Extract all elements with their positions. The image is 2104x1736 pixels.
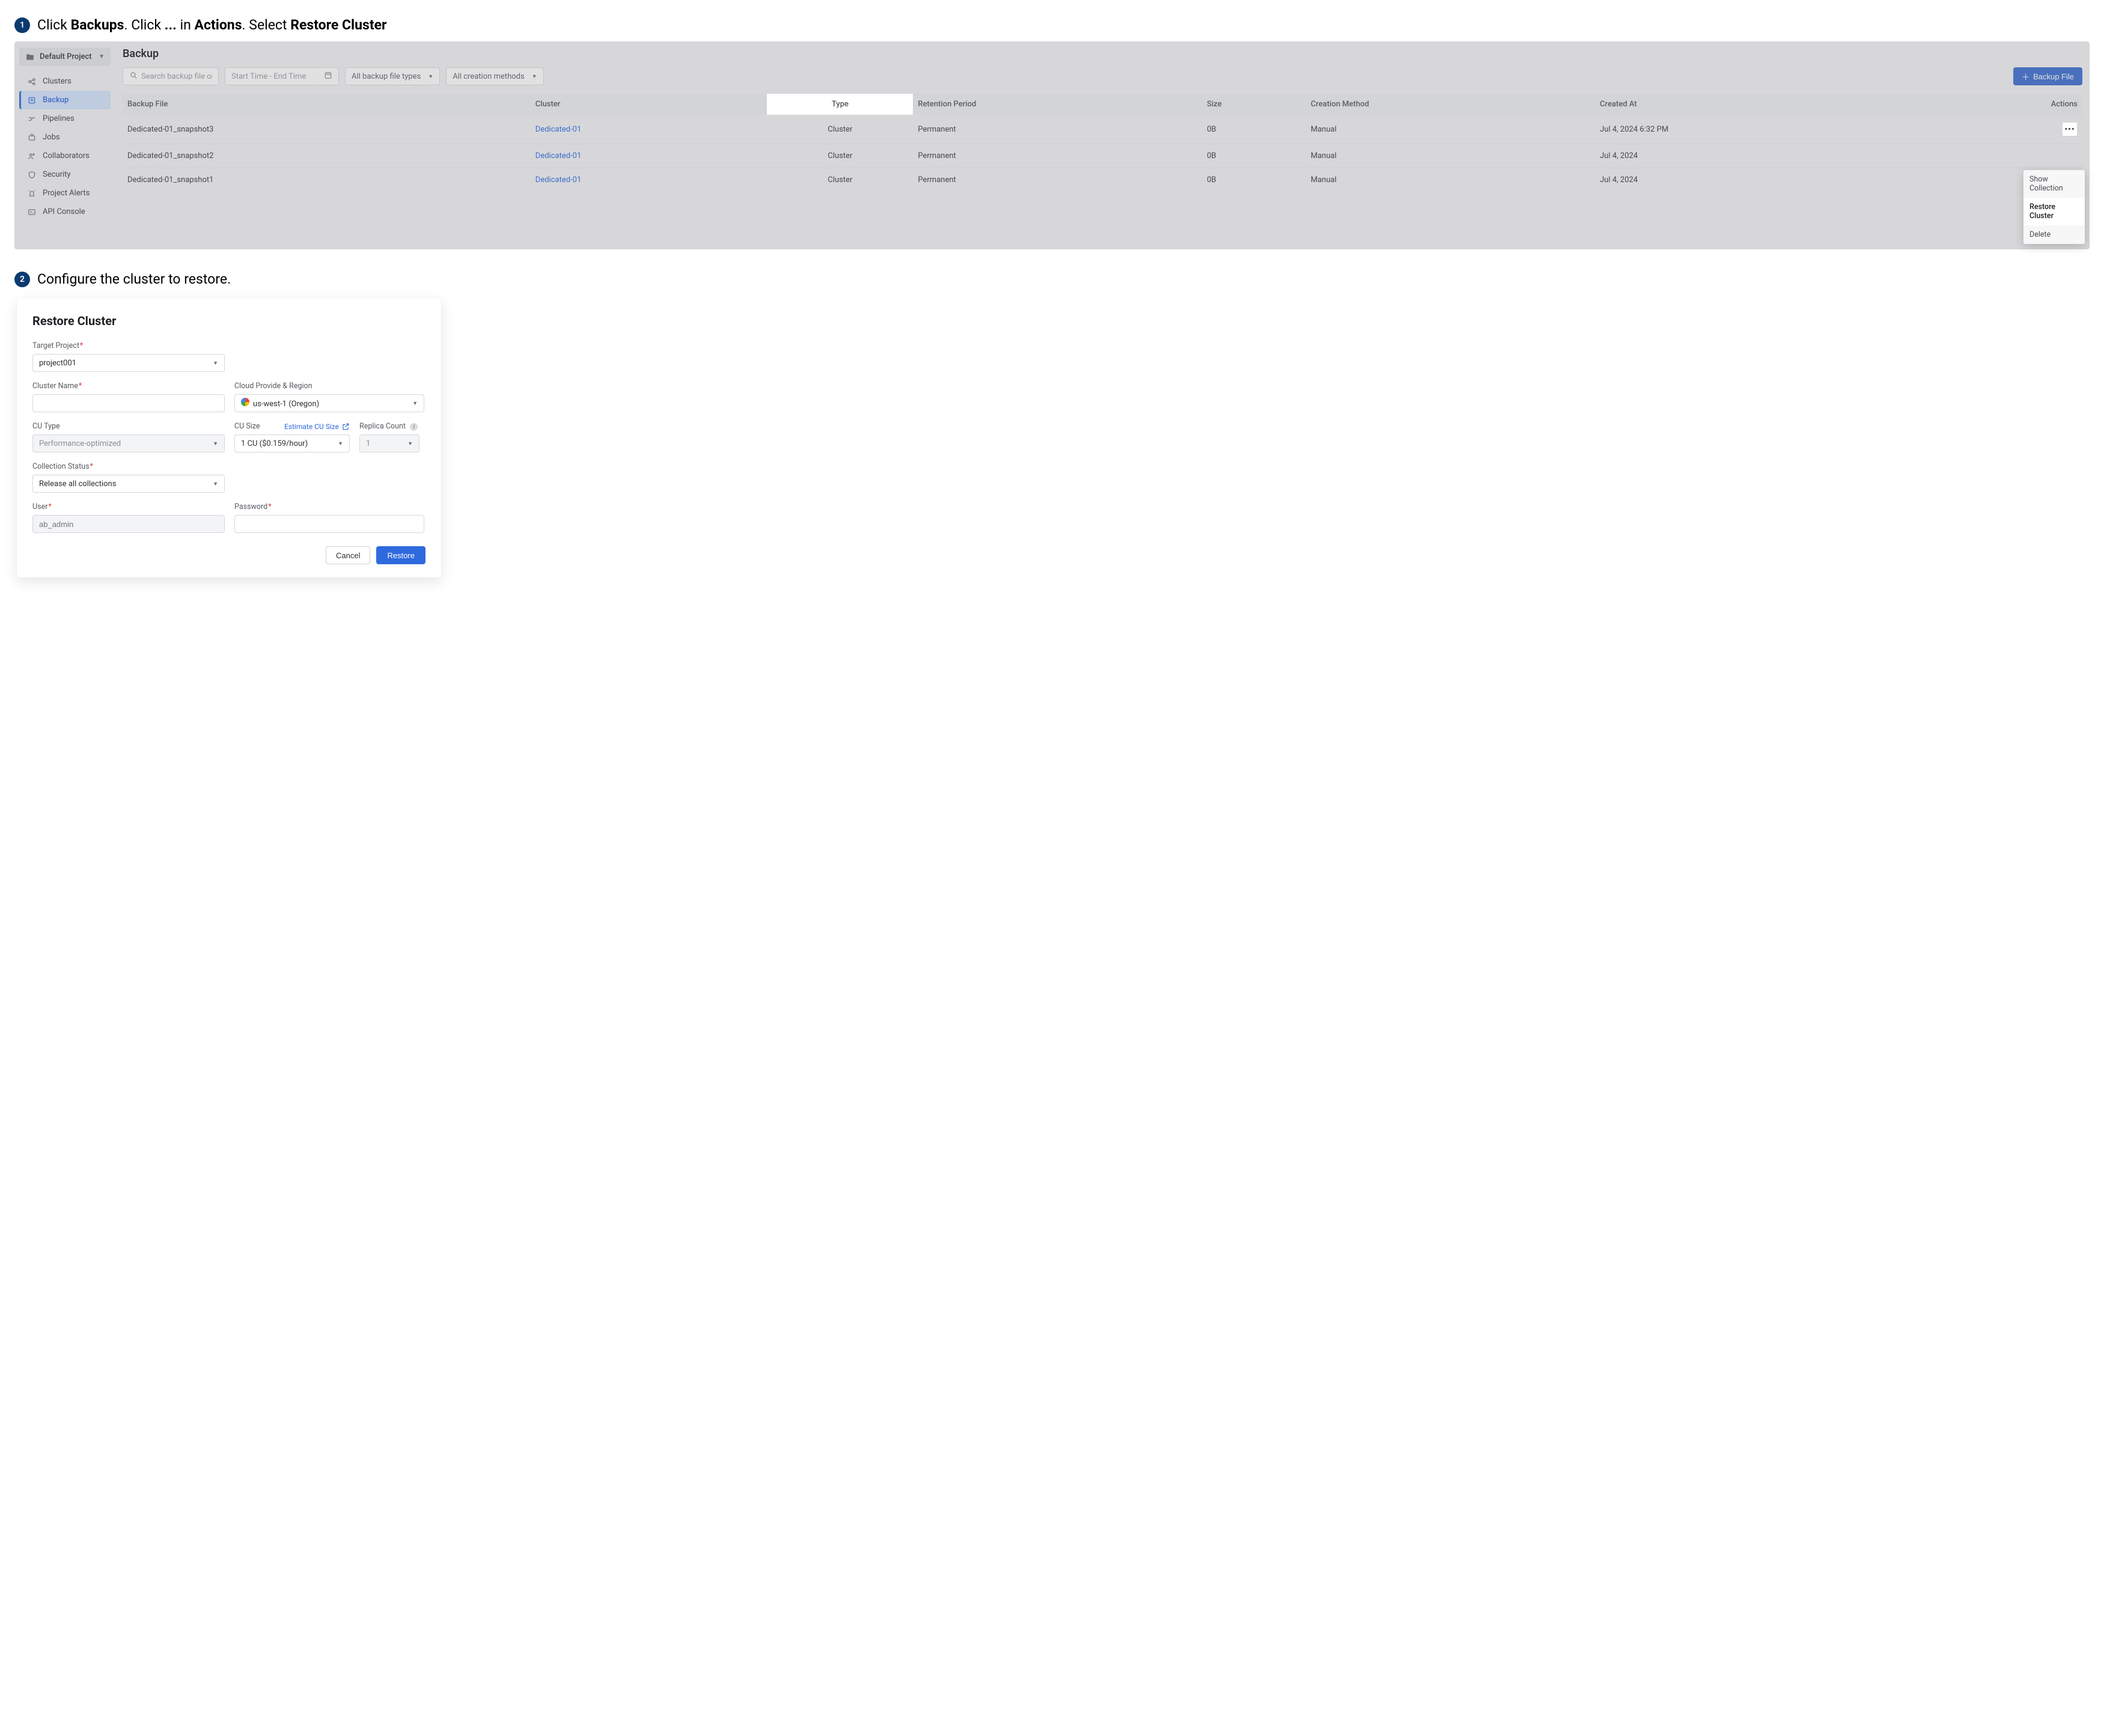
- label-cu-type: CU Type: [32, 422, 225, 431]
- menu-restore-cluster[interactable]: Restore Cluster: [2023, 198, 2085, 225]
- col-cluster[interactable]: Cluster: [531, 94, 767, 115]
- sidebar-item-collaborators[interactable]: Collaborators: [19, 147, 111, 165]
- chevron-down-icon: ▼: [99, 53, 105, 60]
- backup-main: Backup Search backup file or cluster Sta…: [115, 41, 2090, 249]
- sidebar-item-pipelines[interactable]: Pipelines: [19, 109, 111, 128]
- label-password: Password*: [234, 502, 424, 511]
- col-size[interactable]: Size: [1202, 94, 1306, 115]
- page-title: Backup: [123, 47, 2082, 60]
- pipelines-icon: [27, 115, 37, 123]
- backup-table: Backup File Cluster Type Retention Perio…: [123, 94, 2082, 192]
- external-link-icon: [341, 422, 350, 431]
- filter-creation-methods[interactable]: All creation methods▼: [446, 67, 543, 85]
- step-1-heading: 1 Click Backups. Click ... in Actions. S…: [14, 17, 2090, 33]
- jobs-icon: [27, 133, 37, 142]
- restore-button[interactable]: Restore: [376, 546, 425, 564]
- col-retention[interactable]: Retention Period: [913, 94, 1202, 115]
- cu-type-select: Performance-optimized ▼: [32, 434, 225, 452]
- label-collection-status: Collection Status*: [32, 462, 425, 471]
- sidebar-item-backup[interactable]: Backup: [19, 91, 111, 109]
- shield-icon: [27, 171, 37, 179]
- chevron-down-icon: ▼: [213, 440, 218, 447]
- table-row: Dedicated-01_snapshot2 Dedicated-01 Clus…: [123, 144, 2082, 168]
- project-selector[interactable]: Default Project ▼: [19, 47, 111, 66]
- collaborators-icon: [27, 152, 37, 160]
- row-actions-menu: Show Collection Restore Cluster Delete: [2023, 170, 2085, 244]
- collection-status-select[interactable]: Release all collections ▼: [32, 475, 225, 493]
- sidebar: Default Project ▼ Clusters Backup Pipeli…: [14, 41, 115, 249]
- password-input[interactable]: [234, 515, 424, 533]
- label-user: User*: [32, 502, 225, 511]
- table-row: Dedicated-01_snapshot3 Dedicated-01 Clus…: [123, 115, 2082, 144]
- gcp-icon: [241, 398, 249, 406]
- cluster-link[interactable]: Dedicated-01: [535, 125, 581, 134]
- more-icon: •••: [2064, 125, 2075, 134]
- restore-cluster-dialog: Restore Cluster Target Project* project0…: [17, 298, 441, 577]
- alerts-icon: [27, 189, 37, 198]
- sidebar-item-security[interactable]: Security: [19, 165, 111, 184]
- plus-icon: ＋: [2022, 71, 2029, 82]
- sidebar-item-clusters[interactable]: Clusters: [19, 72, 111, 91]
- estimate-cu-size-link[interactable]: Estimate CU Size: [284, 422, 350, 431]
- cancel-button[interactable]: Cancel: [326, 546, 370, 564]
- menu-show-collection[interactable]: Show Collection: [2023, 170, 2085, 198]
- table-row: Dedicated-01_snapshot1 Dedicated-01 Clus…: [123, 168, 2082, 192]
- chevron-down-icon: ▼: [213, 360, 218, 367]
- col-method[interactable]: Creation Method: [1306, 94, 1595, 115]
- folder-icon: [25, 53, 35, 61]
- target-project-select[interactable]: project001 ▼: [32, 354, 225, 372]
- add-backup-file-button[interactable]: ＋ Backup File: [2013, 67, 2082, 85]
- search-placeholder: Search backup file or cluster: [141, 72, 212, 81]
- backup-icon: [27, 96, 37, 105]
- col-type[interactable]: Type: [767, 94, 913, 115]
- cluster-link[interactable]: Dedicated-01: [535, 151, 581, 160]
- chevron-down-icon: ▼: [407, 440, 413, 447]
- label-cu-size: CU Size: [234, 422, 260, 431]
- sidebar-item-api-console[interactable]: API Console: [19, 203, 111, 221]
- time-range-input[interactable]: Start Time - End Time: [225, 67, 339, 85]
- clusters-icon: [27, 78, 37, 86]
- cluster-link[interactable]: Dedicated-01: [535, 175, 581, 184]
- search-input[interactable]: Search backup file or cluster: [123, 67, 219, 85]
- row-actions-button[interactable]: •••: [2062, 122, 2078, 136]
- backup-panel: Default Project ▼ Clusters Backup Pipeli…: [14, 41, 2090, 249]
- step-2-heading: 2 Configure the cluster to restore.: [14, 271, 2090, 287]
- chevron-down-icon: ▼: [532, 73, 537, 80]
- sidebar-item-alerts[interactable]: Project Alerts: [19, 184, 111, 203]
- col-created[interactable]: Created At: [1595, 94, 1928, 115]
- filter-file-types[interactable]: All backup file types▼: [345, 67, 440, 85]
- step-2-badge: 2: [14, 272, 30, 287]
- step-1-badge: 1: [14, 17, 30, 33]
- col-backup-file[interactable]: Backup File: [123, 94, 531, 115]
- backup-toolbar: Search backup file or cluster Start Time…: [123, 67, 2082, 85]
- label-replica-count: Replica Count i: [359, 422, 419, 431]
- sidebar-item-jobs[interactable]: Jobs: [19, 128, 111, 147]
- col-actions[interactable]: Actions: [1928, 94, 2082, 115]
- label-cluster-name: Cluster Name*: [32, 382, 225, 391]
- chevron-down-icon: ▼: [213, 481, 218, 487]
- search-icon: [129, 71, 138, 82]
- label-target-project: Target Project*: [32, 341, 425, 350]
- chevron-down-icon: ▼: [428, 73, 433, 80]
- cluster-name-input[interactable]: [32, 394, 225, 412]
- cloud-region-select[interactable]: us-west-1 (Oregon) ▼: [234, 394, 424, 412]
- label-cloud-region: Cloud Provide & Region: [234, 382, 425, 391]
- restore-title: Restore Cluster: [32, 314, 425, 328]
- replica-count-select: 1 ▼: [359, 434, 419, 452]
- project-name: Default Project: [40, 52, 92, 61]
- user-input: [32, 515, 225, 533]
- cu-size-select[interactable]: 1 CU ($0.159/hour) ▼: [234, 434, 350, 452]
- chevron-down-icon: ▼: [338, 440, 343, 447]
- calendar-icon: [324, 71, 332, 82]
- menu-delete[interactable]: Delete: [2023, 225, 2085, 244]
- console-icon: [27, 208, 37, 216]
- chevron-down-icon: ▼: [412, 400, 418, 407]
- info-icon: i: [410, 423, 418, 431]
